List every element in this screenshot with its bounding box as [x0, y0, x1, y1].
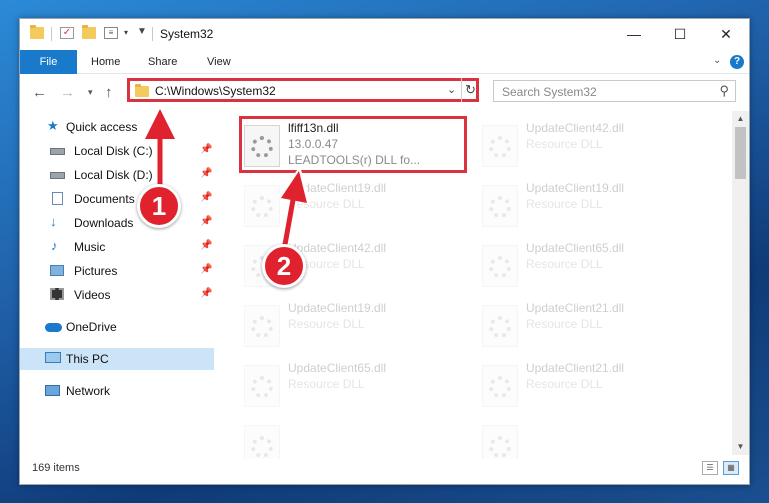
arrow-2 — [277, 166, 311, 251]
arrow-1 — [141, 104, 179, 186]
step-2-badge: 2 — [262, 244, 306, 288]
annotation-arrows — [141, 104, 311, 251]
step-1-badge: 1 — [137, 184, 181, 228]
